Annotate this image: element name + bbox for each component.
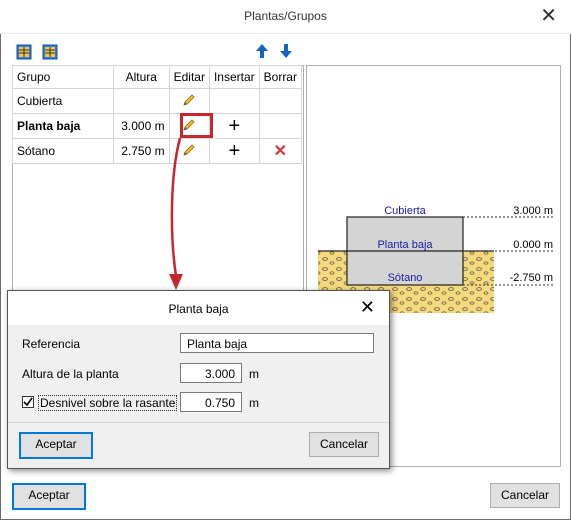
col-insertar: Insertar [208,65,260,89]
delete-cell [258,88,303,114]
desnivel-checkbox[interactable] [22,396,34,408]
referencia-input[interactable]: Planta baja [180,333,374,353]
table-row[interactable]: Sótano 2.750 m + ✕ [12,138,303,164]
row-altura: 3.000 m [112,113,170,139]
delete-x-icon[interactable]: ✕ [258,138,303,164]
callout-arrow-icon [169,137,183,290]
diagram-level-3: -2.750 m [510,272,553,284]
dialog-cancel-button[interactable]: Cancelar [309,432,379,457]
cancel-button[interactable]: Cancelar [490,483,560,508]
edit-pencil-icon[interactable] [168,88,210,114]
altura-input[interactable]: 3.000 [180,363,242,383]
delete-cell [258,113,303,139]
row-altura [112,88,170,114]
dialog-close-icon[interactable]: ✕ [360,297,375,317]
col-altura: Altura [112,65,170,89]
close-icon[interactable]: ✕ [540,5,557,27]
row-grupo: Planta baja [12,113,114,139]
diagram-label-planta-baja: Planta baja [377,239,433,251]
groups-table: Grupo Altura Editar Insertar Borrar Cubi… [12,65,303,164]
dialog-title-bar: Planta baja ✕ [8,291,389,325]
col-editar: Editar [168,65,210,89]
window-title: Plantas/Grupos [244,9,327,23]
desnivel-input[interactable]: 0.750 [180,392,242,412]
edit-highlight-box [180,113,213,138]
desnivel-label: Desnivel sobre la rasante [38,395,178,411]
dialog-accept-button[interactable]: Aceptar [19,432,93,459]
insert-cell [208,88,260,114]
diagram-label-sotano: Sótano [388,272,423,284]
dialog-divider [8,422,389,423]
referencia-label: Referencia [22,337,81,351]
row-grupo: Cubierta [12,88,114,114]
arrow-down-icon[interactable] [279,43,293,62]
diagram-level-2: 0.000 m [513,239,553,251]
row-grupo: Sótano [12,138,114,164]
col-borrar: Borrar [258,65,303,89]
altura-unit: m [249,367,259,381]
planta-baja-dialog: Planta baja ✕ Referencia Planta baja Alt… [7,290,390,469]
table-row[interactable]: Planta baja 3.000 m + [12,113,303,139]
dialog-title: Planta baja [168,302,229,316]
desnivel-unit: m [249,396,259,410]
arrow-up-icon[interactable] [255,43,269,62]
diagram-label-cubierta: Cubierta [384,205,426,217]
col-grupo: Grupo [12,65,114,89]
insert-plus-icon[interactable]: + [208,138,260,164]
table-row[interactable]: Cubierta [12,88,303,114]
insert-plus-icon[interactable]: + [208,113,260,139]
altura-label: Altura de la planta [22,367,119,381]
title-bar: Plantas/Grupos ✕ [0,0,571,34]
check-icon [23,397,33,407]
import-table-icon[interactable] [42,44,58,63]
accept-button[interactable]: Aceptar [12,483,86,510]
table-header: Grupo Altura Editar Insertar Borrar [12,65,303,89]
row-altura: 2.750 m [112,138,170,164]
export-table-icon[interactable] [16,44,32,63]
diagram-level-1: 3.000 m [513,205,553,217]
